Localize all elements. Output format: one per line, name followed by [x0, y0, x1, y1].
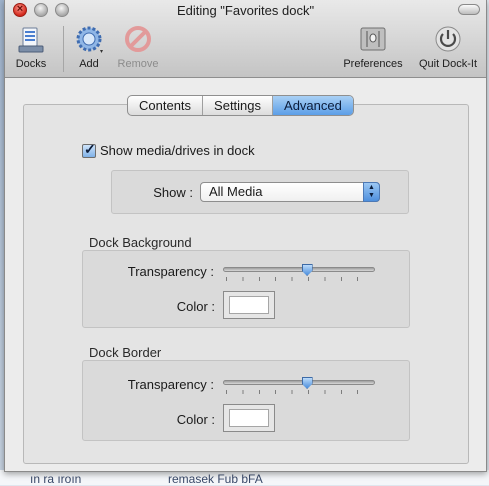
dock-background-title: Dock Background	[89, 235, 192, 250]
tab-bar: Contents Settings Advanced	[127, 95, 354, 116]
border-color-label: Color :	[176, 412, 215, 427]
toolbar-toggle-button[interactable]	[458, 4, 480, 15]
show-media-label: Show media/drives in dock	[100, 143, 255, 158]
dock-border-title: Dock Border	[89, 345, 162, 360]
toolbar: × Editing "Favorites dock" Docks Add Rem…	[5, 0, 486, 78]
bg-transparency-slider[interactable]	[223, 264, 375, 284]
slider-thumb[interactable]	[301, 377, 313, 389]
show-label: Show :	[153, 185, 193, 200]
background-app-text-2: remasek Fub bFA	[168, 472, 263, 486]
remove-button[interactable]: Remove	[113, 24, 163, 70]
editor-window: × Editing "Favorites dock" Docks Add Rem…	[4, 0, 487, 472]
select-arrows-icon: ▲ ▼	[363, 182, 380, 202]
show-media-checkbox[interactable]: ✓	[82, 140, 96, 158]
slider-ticks	[226, 277, 372, 281]
show-select[interactable]: All Media ▲ ▼	[200, 182, 380, 202]
tab-settings[interactable]: Settings	[203, 96, 274, 115]
bg-color-swatch	[229, 296, 269, 314]
add-button[interactable]: Add	[69, 24, 109, 70]
bg-color-well[interactable]	[223, 291, 275, 319]
preferences-icon	[356, 24, 390, 56]
toolbar-separator	[63, 26, 64, 72]
preferences-button[interactable]: Preferences	[341, 24, 405, 70]
window-title: Editing "Favorites dock"	[176, 3, 315, 18]
tab-contents[interactable]: Contents	[128, 96, 204, 115]
tab-advanced[interactable]: Advanced	[273, 96, 353, 115]
slider-thumb[interactable]	[301, 264, 313, 276]
remove-icon	[121, 24, 155, 56]
bg-color-label: Color :	[176, 299, 215, 314]
quit-label: Quit Dock-It	[418, 58, 478, 70]
gear-add-icon	[72, 24, 106, 56]
border-color-swatch	[229, 409, 269, 427]
docks-label: Docks	[15, 58, 47, 70]
slider-ticks	[226, 390, 372, 394]
show-media-row: ✓ Show media/drives in dock	[82, 140, 255, 158]
add-label: Add	[79, 58, 99, 70]
show-select-value: All Media	[209, 184, 263, 199]
power-icon	[431, 24, 465, 56]
remove-label: Remove	[117, 58, 159, 70]
border-transparency-label: Transparency :	[127, 377, 214, 392]
preferences-label: Preferences	[343, 58, 403, 70]
slider-track	[223, 267, 375, 272]
docks-icon	[14, 24, 48, 56]
border-color-well[interactable]	[223, 404, 275, 432]
slider-track	[223, 380, 375, 385]
docks-button[interactable]: Docks	[11, 24, 51, 70]
bg-transparency-label: Transparency :	[127, 264, 214, 279]
border-transparency-slider[interactable]	[223, 377, 375, 397]
checkmark-icon: ✓	[84, 140, 96, 157]
quit-button[interactable]: Quit Dock-It	[413, 24, 483, 70]
background-app-text: ın ra ıroın	[30, 472, 82, 486]
